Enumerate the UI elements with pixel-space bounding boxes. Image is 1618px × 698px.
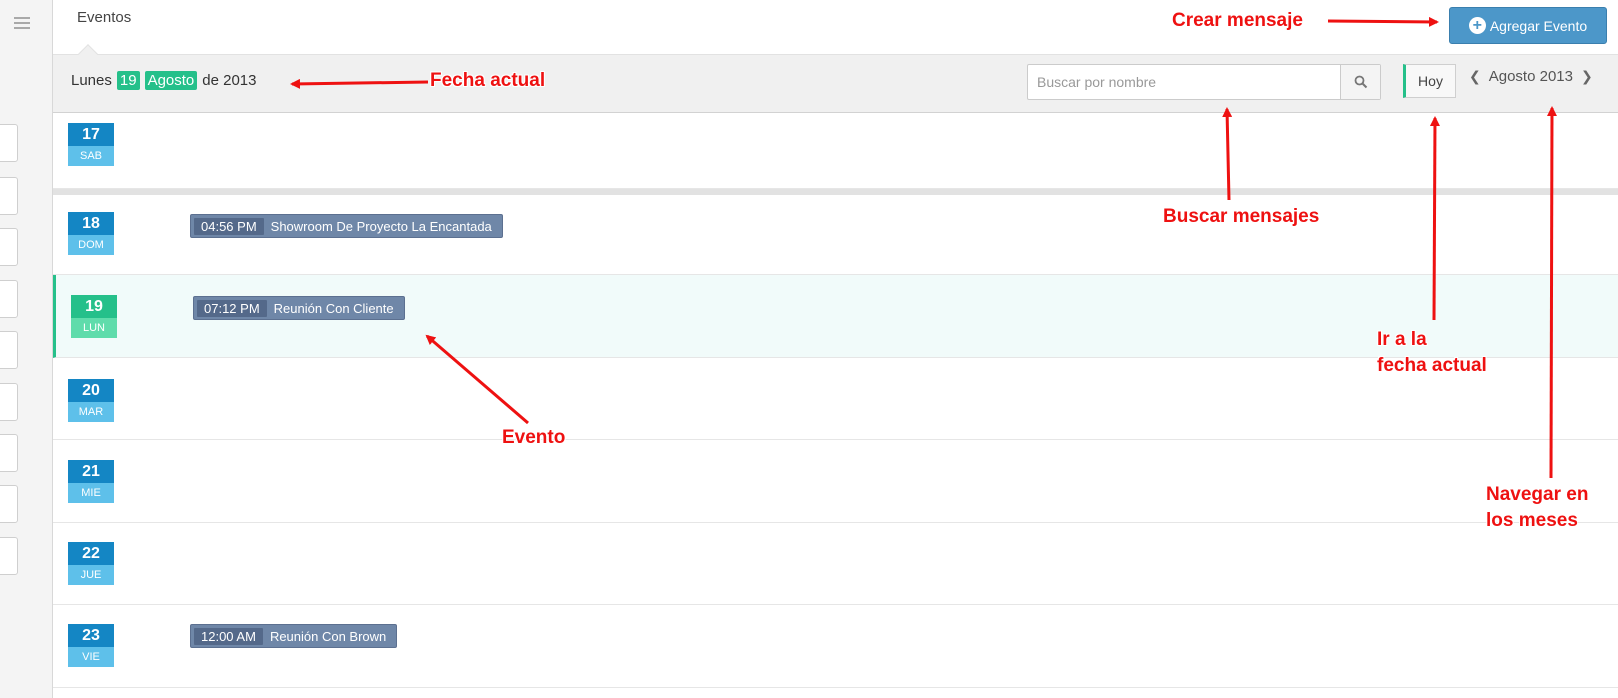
annotation-search: Buscar mensajes: [1163, 206, 1320, 227]
arrow: [1546, 106, 1557, 479]
arrow: [425, 334, 529, 425]
annotation-create: Crear mensaje: [1172, 10, 1303, 31]
annotation-event: Evento: [502, 427, 566, 448]
arrow: [290, 78, 429, 89]
annotation-arrows: [290, 16, 1557, 479]
annotation-current-date: Fecha actual: [430, 70, 546, 91]
arrow: [1222, 107, 1233, 201]
annotation-navigate-line2: los meses: [1486, 509, 1578, 531]
annotation-go-today-line2: fecha actual: [1377, 354, 1487, 376]
annotation-go-today: Ir a la fecha actual: [1377, 327, 1487, 378]
annotation-navigate-line1: Navegar en: [1486, 484, 1589, 505]
annotation-navigate: Navegar en los meses: [1486, 482, 1588, 533]
annotation-go-today-line1: Ir a la: [1377, 329, 1427, 350]
arrow: [1327, 16, 1439, 27]
arrow: [1429, 116, 1440, 321]
